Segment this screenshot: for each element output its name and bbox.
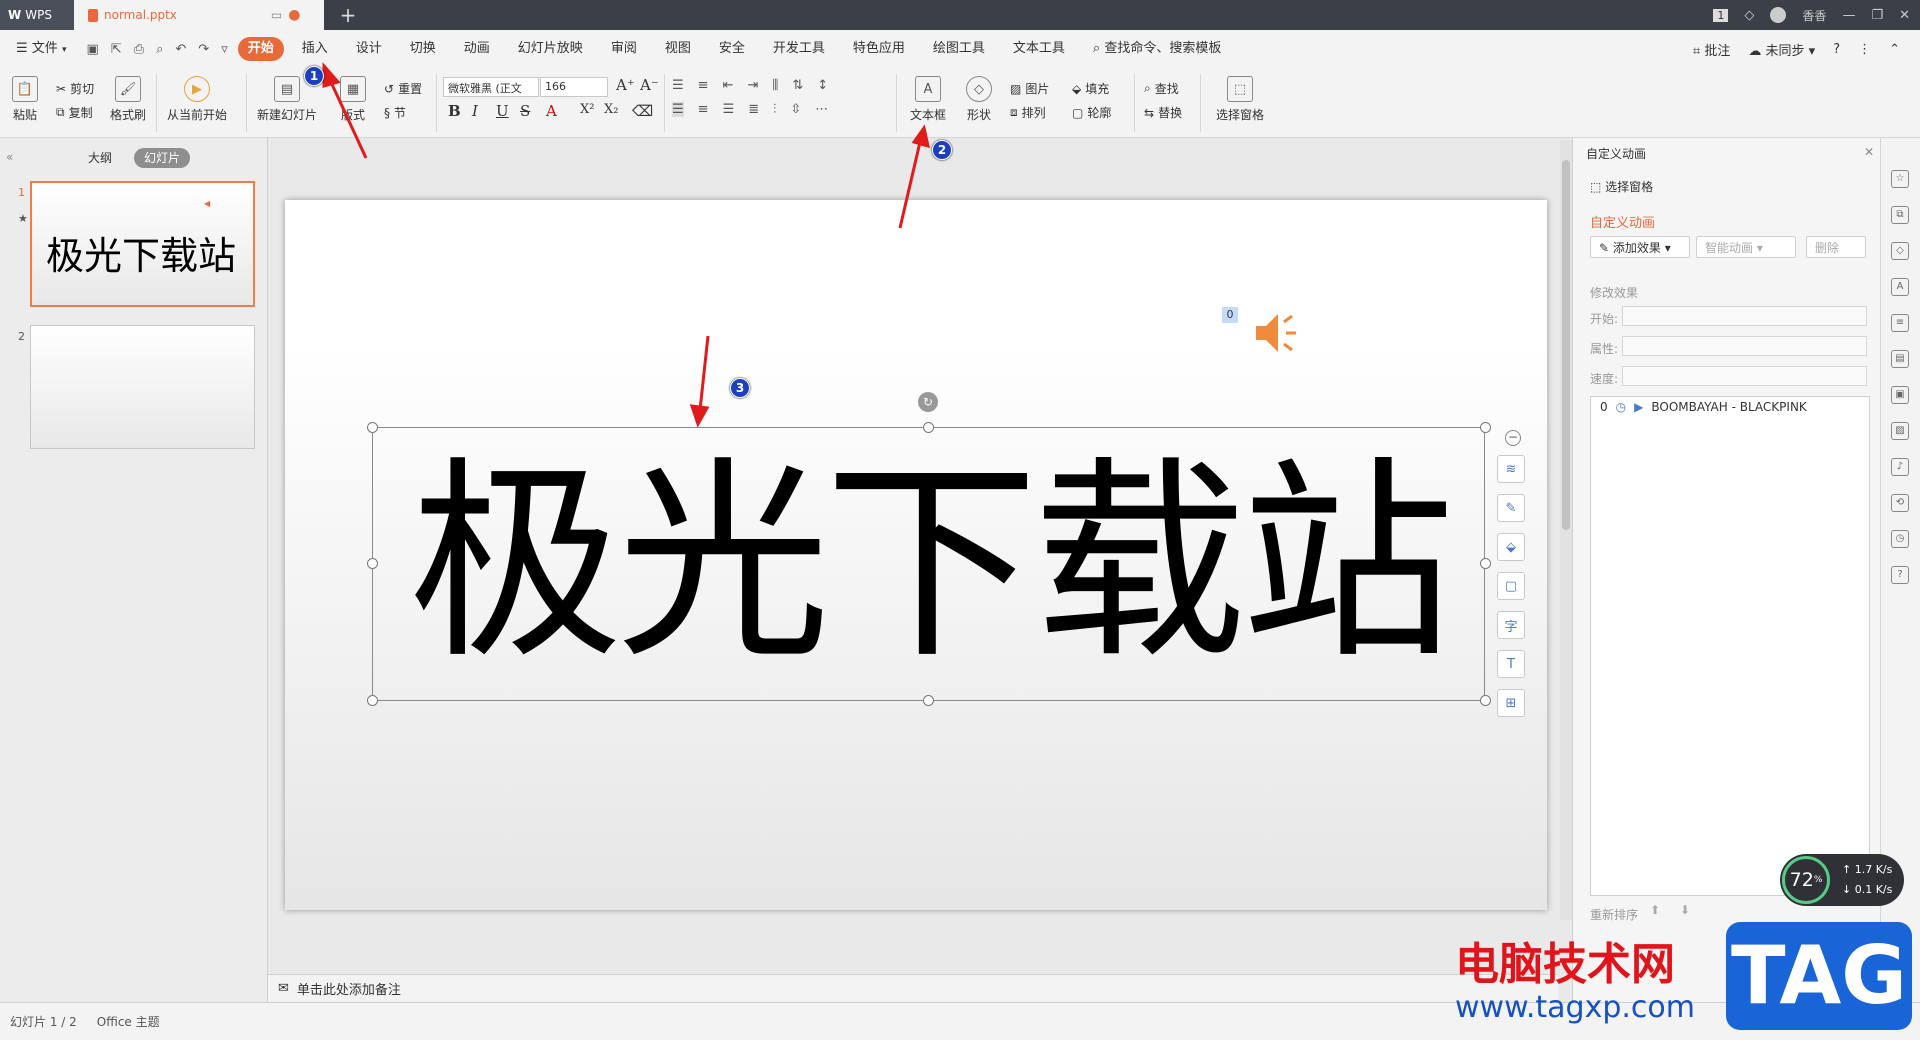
download-speed: ↓ 0.1 K/s [1842, 883, 1893, 896]
upload-value: 1.7 [1854, 863, 1873, 876]
annotation-arrows [322, 62, 931, 428]
upload-unit: K/s [1875, 863, 1893, 876]
watermark-text: 电脑技术网 [1455, 939, 1675, 990]
upload-speed: ↑ 1.7 K/s [1842, 863, 1893, 876]
step-marker: 3 [730, 378, 750, 398]
step-marker: 1 [304, 66, 324, 86]
cpu-gauge: 72% [1782, 856, 1830, 904]
cpu-percent: 72 [1789, 869, 1814, 891]
download-value: 0.1 [1854, 883, 1873, 896]
percent-sign: % [1813, 875, 1823, 885]
step-marker: 2 [932, 140, 952, 160]
watermark-logo: TAG [1726, 922, 1912, 1030]
watermark-url: www.tagxp.com [1455, 990, 1695, 1025]
download-unit: K/s [1875, 883, 1893, 896]
